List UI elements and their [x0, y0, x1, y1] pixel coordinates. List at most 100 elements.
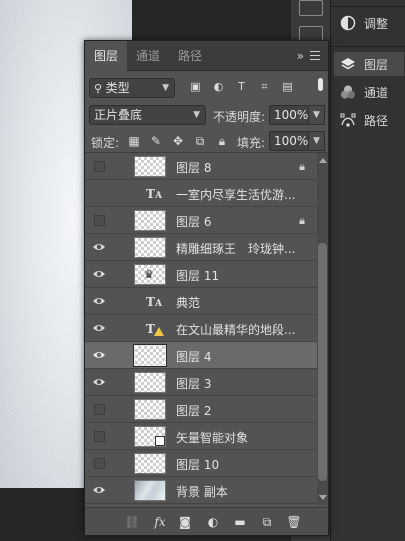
- scroll-down-icon[interactable]: [319, 495, 327, 500]
- layer-thumbnail[interactable]: [134, 237, 166, 258]
- opacity-input[interactable]: 100%: [269, 105, 309, 125]
- layers-list[interactable]: 图层 8 🔒︎ TA 一室内尽享生活优游... 图层 6 🔒︎ 精雕细琢王 玲珑…: [85, 153, 317, 505]
- filter-type-icon[interactable]: T: [235, 81, 248, 93]
- scroll-up-icon[interactable]: [319, 158, 327, 163]
- layer-row-selected[interactable]: 图层 4: [85, 342, 317, 369]
- chevron-down-icon: ▼: [193, 110, 200, 120]
- lock-artboard-icon[interactable]: ⧉: [193, 134, 207, 148]
- layer-row[interactable]: 背景 副本: [85, 477, 317, 504]
- new-layer-icon[interactable]: ⧉: [258, 513, 276, 531]
- visibility-toggle-off[interactable]: [94, 404, 105, 415]
- layer-thumbnail[interactable]: [134, 480, 166, 501]
- layer-name[interactable]: 矢量智能对象: [176, 429, 248, 446]
- blend-mode-select[interactable]: 正片叠底 ▼: [89, 105, 206, 125]
- layer-name[interactable]: 图层 11: [176, 267, 219, 284]
- layer-row[interactable]: T 在文山最精华的地段...: [85, 315, 317, 342]
- panel-icon-top[interactable]: [299, 0, 323, 16]
- tab-channels[interactable]: 通道: [127, 41, 169, 71]
- layer-row[interactable]: TA 一室内尽享生活优游...: [85, 180, 317, 207]
- filter-kind-select[interactable]: ⚲ 类型 ▼: [89, 78, 175, 98]
- visibility-toggle-off[interactable]: [94, 458, 105, 469]
- layer-row[interactable]: 图层 2: [85, 396, 317, 423]
- eye-icon[interactable]: [92, 294, 106, 308]
- layer-row[interactable]: 图层 6 🔒︎: [85, 207, 317, 234]
- layer-row[interactable]: TA 典范: [85, 288, 317, 315]
- dock-item-paths[interactable]: 路径: [334, 108, 404, 132]
- mask-icon[interactable]: ◙: [176, 513, 194, 531]
- lock-icon: 🔒︎: [299, 160, 305, 173]
- layer-row[interactable]: 图层 8 🔒︎: [85, 153, 317, 180]
- layer-thumbnail[interactable]: ♛: [134, 264, 166, 285]
- text-layer-icon: TA: [146, 187, 162, 201]
- blend-mode-value: 正片叠底: [94, 108, 143, 122]
- filter-kind-label: 类型: [105, 81, 130, 95]
- fill-input[interactable]: 100%: [269, 131, 309, 151]
- layer-name[interactable]: 图层 3: [176, 375, 211, 392]
- dock-item-label: 路径: [364, 113, 389, 128]
- layer-row[interactable]: 图层 10: [85, 450, 317, 477]
- layers-scrollbar[interactable]: [317, 153, 328, 505]
- filter-pixel-icon[interactable]: ▣: [189, 81, 202, 93]
- dock-item-adjustments[interactable]: 调整: [334, 11, 404, 35]
- crown-mark-icon: ♛: [144, 268, 154, 281]
- layer-row[interactable]: 精雕细琢王 玲珑钟...: [85, 234, 317, 261]
- layer-name[interactable]: 图层 4: [176, 348, 211, 365]
- layer-name[interactable]: 在文山最精华的地段...: [176, 321, 295, 338]
- layer-thumbnail[interactable]: [134, 399, 166, 420]
- lock-image-pixels-icon[interactable]: ✎: [149, 134, 163, 148]
- visibility-toggle-off[interactable]: [94, 215, 105, 226]
- layer-name[interactable]: 一室内尽享生活优游...: [176, 186, 295, 203]
- collapse-arrows-icon[interactable]: »: [297, 49, 304, 63]
- fx-icon[interactable]: fx: [151, 513, 169, 531]
- tab-layers[interactable]: 图层: [85, 41, 127, 71]
- layer-thumbnail[interactable]: [134, 156, 166, 177]
- tab-paths[interactable]: 路径: [169, 41, 211, 71]
- delete-icon[interactable]: 🗑︎: [285, 513, 303, 531]
- layer-name[interactable]: 典范: [176, 294, 200, 311]
- visibility-toggle-off[interactable]: [94, 161, 105, 172]
- layer-name[interactable]: 图层 6: [176, 213, 211, 230]
- layer-row[interactable]: ♛ 图层 11: [85, 261, 317, 288]
- layer-name[interactable]: 图层 2: [176, 402, 211, 419]
- opacity-dropdown-icon[interactable]: ▼: [309, 105, 325, 125]
- layer-name[interactable]: 背景 副本: [176, 483, 228, 500]
- layer-name[interactable]: 图层 10: [176, 456, 219, 473]
- layer-name[interactable]: 图层 8: [176, 159, 211, 176]
- visibility-toggle-off[interactable]: [94, 431, 105, 442]
- fill-dropdown-icon[interactable]: ▼: [309, 131, 325, 151]
- chevron-down-icon: ▼: [162, 83, 169, 93]
- eye-icon[interactable]: [92, 483, 106, 497]
- eye-icon[interactable]: [92, 240, 106, 254]
- eye-icon[interactable]: [92, 267, 106, 281]
- eye-icon[interactable]: [92, 348, 106, 362]
- dock-divider: [331, 6, 405, 7]
- eye-icon[interactable]: [92, 375, 106, 389]
- layer-thumbnail[interactable]: [134, 426, 166, 447]
- filter-toggle-switch[interactable]: [318, 78, 323, 91]
- layer-thumbnail[interactable]: [133, 344, 167, 367]
- dock-item-label: 通道: [364, 85, 389, 100]
- filter-adjustment-icon[interactable]: ◐: [212, 81, 225, 93]
- adjustment-layer-icon[interactable]: ◐: [204, 513, 222, 531]
- filter-smart-object-icon[interactable]: ▤: [281, 81, 294, 93]
- opacity-label: 不透明度:: [213, 110, 266, 124]
- dock-item-label: 图层: [364, 57, 389, 72]
- layer-row[interactable]: 矢量智能对象: [85, 423, 317, 450]
- panel-menu-icon[interactable]: [310, 51, 320, 60]
- lock-transparent-pixels-icon[interactable]: ▦: [127, 134, 141, 148]
- layer-thumbnail[interactable]: [134, 372, 166, 393]
- dock-item-channels[interactable]: 通道: [334, 80, 404, 104]
- layer-row[interactable]: 图层 3: [85, 369, 317, 396]
- layer-thumbnail[interactable]: [134, 453, 166, 474]
- link-icon[interactable]: ⛓: [123, 513, 141, 531]
- scrollbar-thumb[interactable]: [318, 243, 327, 481]
- eye-icon[interactable]: [92, 321, 106, 335]
- dock-item-layers[interactable]: 图层: [334, 52, 404, 76]
- layer-thumbnail[interactable]: [134, 210, 166, 231]
- layer-name[interactable]: 精雕细琢王 玲珑钟...: [176, 240, 295, 257]
- fill-label: 填充:: [237, 136, 266, 150]
- filter-shape-icon[interactable]: ⌗: [258, 81, 271, 93]
- lock-all-icon[interactable]: 🔒︎: [215, 134, 229, 148]
- lock-position-icon[interactable]: ✥: [171, 134, 185, 148]
- group-folder-icon[interactable]: ▬: [231, 513, 249, 531]
